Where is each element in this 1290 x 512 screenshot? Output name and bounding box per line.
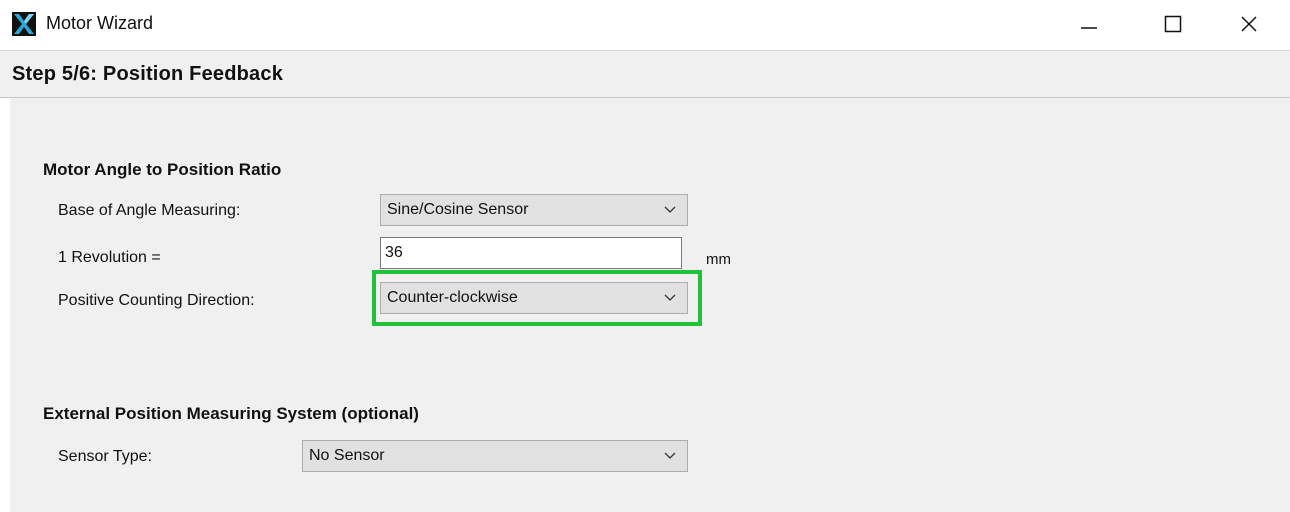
- maximize-icon: [1164, 15, 1182, 33]
- minimize-icon: [1081, 27, 1097, 29]
- chevron-down-icon: [664, 206, 676, 213]
- external-position-heading: External Position Measuring System (opti…: [43, 404, 419, 423]
- title-bar: Motor Wizard: [0, 0, 1290, 50]
- highlight-box: [372, 270, 702, 326]
- minimize-button[interactable]: [1059, 0, 1119, 48]
- revolution-value: 36: [385, 244, 403, 261]
- close-icon: [1241, 16, 1257, 32]
- revolution-input[interactable]: 36: [380, 237, 682, 269]
- step-title: Step 5/6: Position Feedback: [12, 63, 284, 85]
- window-title: Motor Wizard: [46, 13, 154, 33]
- sensor-type-value: No Sensor: [309, 447, 385, 464]
- sensor-type-label: Sensor Type:: [58, 448, 152, 465]
- base-angle-value: Sine/Cosine Sensor: [387, 201, 529, 218]
- motor-wizard-window: Motor Wizard Step 5/6: Position Feedback…: [0, 0, 1290, 512]
- app-logo-icon: [12, 12, 36, 36]
- base-angle-label: Base of Angle Measuring:: [58, 202, 241, 219]
- motor-angle-heading: Motor Angle to Position Ratio: [43, 160, 282, 179]
- revolution-label: 1 Revolution =: [58, 249, 161, 266]
- revolution-unit: mm: [706, 251, 731, 268]
- base-angle-dropdown[interactable]: Sine/Cosine Sensor: [380, 194, 688, 226]
- wizard-content: Motor Angle to Position Ratio Base of An…: [10, 98, 1290, 512]
- sensor-type-dropdown[interactable]: No Sensor: [302, 440, 688, 472]
- close-button[interactable]: [1219, 0, 1279, 48]
- direction-label: Positive Counting Direction:: [58, 292, 255, 309]
- maximize-button[interactable]: [1143, 0, 1203, 48]
- step-header: Step 5/6: Position Feedback: [0, 50, 1290, 98]
- chevron-down-icon: [664, 452, 676, 459]
